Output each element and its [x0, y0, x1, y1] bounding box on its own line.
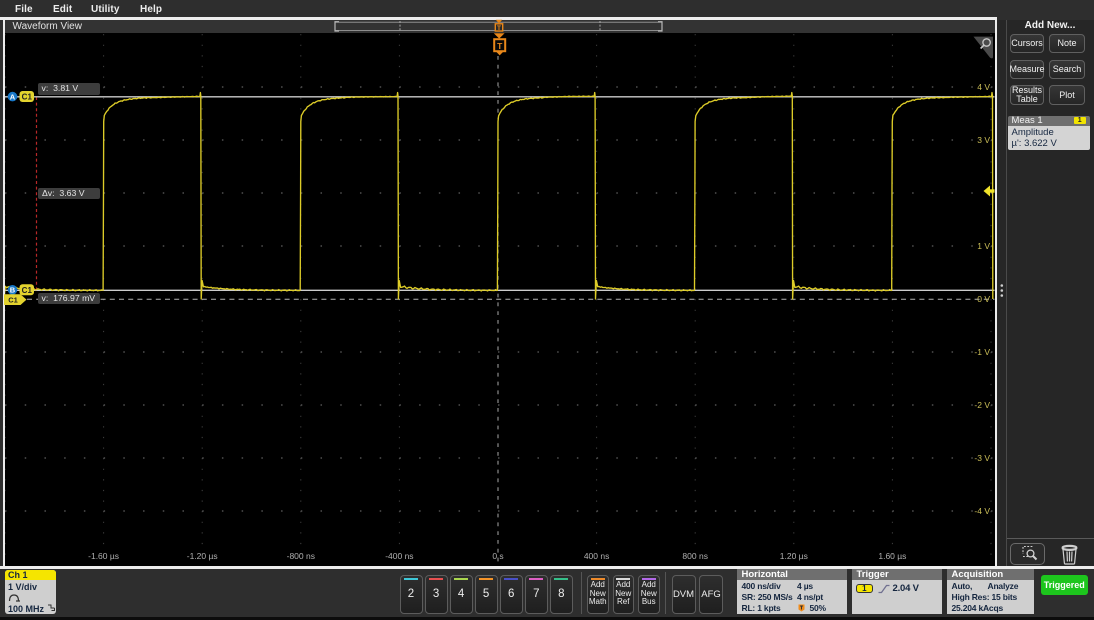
svg-text:T: T — [497, 41, 503, 51]
svg-text:C1: C1 — [22, 93, 33, 102]
svg-text:T: T — [497, 25, 501, 32]
svg-text:B: B — [10, 286, 16, 295]
svg-text:A: A — [10, 92, 16, 101]
svg-text:C1: C1 — [8, 296, 18, 305]
svg-text:C1: C1 — [22, 286, 33, 295]
